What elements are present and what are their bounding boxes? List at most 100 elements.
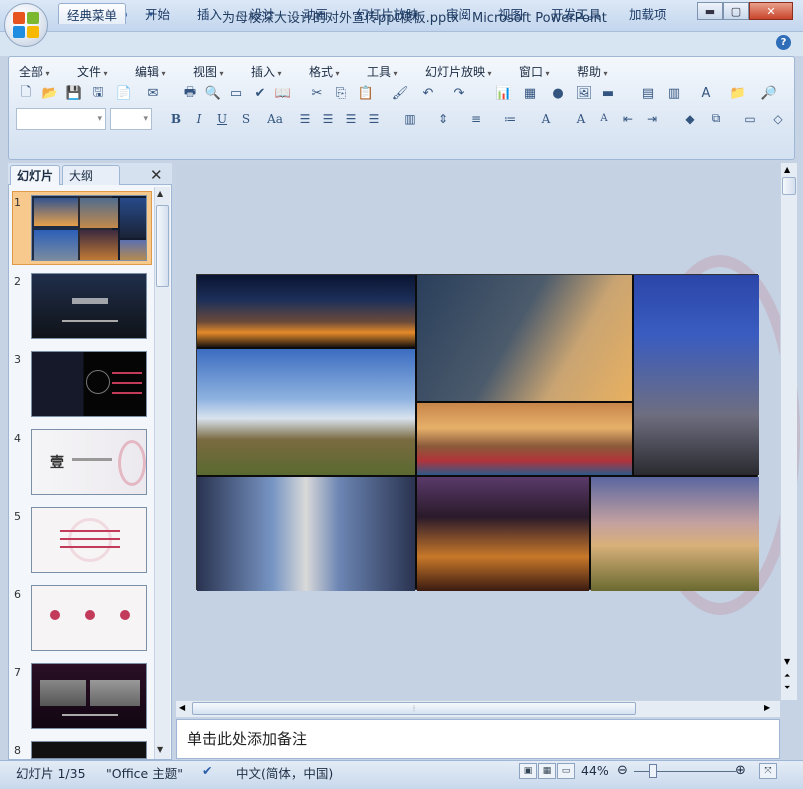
slideshow-view-icon[interactable]: ▭ [557, 763, 575, 779]
office-button[interactable] [4, 3, 48, 47]
zoom-in-icon[interactable]: ⊕ [735, 763, 746, 778]
font-name-combo[interactable]: ▾ [16, 108, 106, 130]
slide-thumbnail-8[interactable] [31, 741, 147, 759]
zoom-out-icon[interactable]: ⊖ [617, 763, 628, 778]
pane-close-icon[interactable]: ✕ [150, 166, 163, 184]
menu-help[interactable]: 帮助 [577, 63, 608, 80]
align-left-icon[interactable]: ☰ [295, 109, 315, 128]
menu-view[interactable]: 视图 [193, 63, 224, 80]
italic-icon[interactable]: I [189, 109, 209, 128]
maximize-button[interactable]: ▢ [723, 2, 749, 20]
menu-insert[interactable]: 插入 [251, 63, 282, 80]
menu-file[interactable]: 文件 [77, 63, 108, 80]
shape-fill-icon[interactable]: ◇ [768, 109, 788, 128]
find-icon[interactable]: 🔎 [759, 84, 779, 103]
save-toolbar-icon[interactable]: 💾 [64, 84, 84, 103]
tab-outline-pane[interactable]: 大纲 [62, 165, 120, 185]
slides-scroll-thumb[interactable] [156, 205, 169, 287]
hscroll-left-icon[interactable]: ◀ [179, 703, 185, 712]
slide-thumbnail-7[interactable] [31, 663, 147, 729]
menu-tools[interactable]: 工具 [367, 63, 398, 80]
arrange-icon[interactable]: ⧉ [706, 109, 726, 128]
shapes-icon[interactable]: ◆ [680, 109, 700, 128]
slide-thumbnail-3[interactable] [31, 351, 147, 417]
slide-thumbnail-6[interactable] [31, 585, 147, 651]
cut-icon[interactable]: ✂ [307, 84, 327, 103]
slide-thumbnail-4[interactable]: 壹 [31, 429, 147, 495]
print-preview-icon[interactable]: 🔍 [203, 84, 223, 103]
minimize-button[interactable]: ▬ [697, 2, 723, 20]
menu-format[interactable]: 格式 [309, 63, 340, 80]
print-icon[interactable]: 🖶 [180, 84, 200, 103]
copy-icon[interactable]: ⎘ [331, 84, 351, 103]
color-scheme-icon[interactable]: ▬ [598, 84, 618, 103]
new-slide-icon[interactable]: ▤ [638, 84, 658, 103]
redo-toolbar-icon[interactable]: ↷ [449, 84, 469, 103]
bullets-icon[interactable]: ≔ [500, 109, 520, 128]
layout-icon[interactable]: ▥ [664, 84, 684, 103]
slide-thumbnail-1[interactable] [31, 195, 147, 261]
menu-window[interactable]: 窗口 [519, 63, 550, 80]
decrease-indent-icon[interactable]: ⇤ [618, 109, 638, 128]
menu-edit[interactable]: 编辑 [135, 63, 166, 80]
text-direction-icon[interactable]: ⇕ [433, 109, 453, 128]
slide-sorter-icon[interactable]: ▦ [538, 763, 556, 779]
picture-icon[interactable]: 🖼 [574, 84, 594, 103]
font-color-icon[interactable]: A [536, 109, 556, 128]
tab-view[interactable]: 视图 [490, 3, 531, 24]
tab-insert[interactable]: 插入 [189, 3, 230, 24]
zoom-level[interactable]: 44% [581, 763, 609, 778]
tab-animations[interactable]: 动画 [295, 3, 336, 24]
menu-all[interactable]: 全部 [19, 63, 50, 80]
quick-styles-icon[interactable]: ▭ [740, 109, 760, 128]
textbox-icon[interactable]: A [696, 84, 716, 103]
tab-slideshow[interactable]: 幻灯片放映 [348, 3, 427, 24]
research-icon[interactable]: 📖 [273, 84, 293, 103]
tab-classic-menu[interactable]: 经典菜单 [58, 3, 127, 24]
previous-slide-icon[interactable]: ⏶ [784, 671, 790, 681]
menu-slideshow[interactable]: 幻灯片放映 [425, 63, 492, 80]
chart-icon[interactable]: 📊 [494, 84, 514, 103]
shrink-font-icon[interactable]: A [594, 109, 614, 128]
scroll-up-icon[interactable]: ▲ [157, 189, 168, 200]
align-center-icon[interactable]: ☰ [318, 109, 338, 128]
notes-pane[interactable]: 单击此处添加备注 [176, 719, 780, 759]
change-case-icon[interactable]: Aa [262, 109, 288, 128]
spell-check-icon[interactable]: ✔ [202, 763, 212, 778]
new-icon[interactable]: 🗋 [16, 84, 36, 103]
folder-icon[interactable]: 📁 [728, 84, 748, 103]
slideshow-icon[interactable]: ▭ [226, 84, 246, 103]
slide-vertical-scrollbar[interactable]: ▲ ▼ ⏶ ⏷ [780, 163, 797, 700]
tab-home[interactable]: 开始 [137, 3, 178, 24]
tab-design[interactable]: 设计 [242, 3, 283, 24]
paste-icon[interactable]: 📋 [356, 84, 376, 103]
slide-thumbnail-5[interactable] [31, 507, 147, 573]
fit-to-window-icon[interactable]: ⤧ [759, 763, 777, 779]
status-language[interactable]: 中文(简体，中国) [236, 763, 333, 782]
columns-icon[interactable]: ▥ [400, 109, 420, 128]
underline-icon[interactable]: U [212, 109, 232, 128]
help-icon[interactable]: ? [776, 35, 791, 50]
undo-toolbar-icon[interactable]: ↶ [418, 84, 438, 103]
table-icon[interactable]: ▦ [520, 84, 540, 103]
save-as-icon[interactable]: 🖫 [88, 84, 108, 103]
tab-slides-pane[interactable]: 幻灯片 [10, 165, 61, 185]
normal-view-icon[interactable]: ▣ [519, 763, 537, 779]
clipart-icon[interactable]: ● [548, 84, 568, 103]
hscroll-thumb[interactable]: ⦙ [192, 702, 636, 715]
shadow-icon[interactable]: S [236, 109, 256, 128]
tab-addins[interactable]: 加载项 [621, 3, 675, 24]
hscroll-right-icon[interactable]: ▶ [764, 703, 770, 712]
slides-pane-scrollbar[interactable]: ▲ ▼ [154, 187, 170, 759]
grow-font-icon[interactable]: A [571, 109, 591, 128]
scroll-down-icon[interactable]: ▼ [157, 745, 168, 756]
current-slide[interactable] [196, 274, 759, 591]
numbering-icon[interactable]: ≡ [466, 109, 486, 128]
vscroll-up-icon[interactable]: ▲ [784, 165, 790, 174]
email-icon[interactable]: ✉ [143, 84, 163, 103]
export-icon[interactable]: 📄 [114, 84, 134, 103]
align-right-icon[interactable]: ☰ [341, 109, 361, 128]
status-theme[interactable]: "Office 主题" [106, 763, 183, 782]
font-size-combo[interactable]: ▾ [110, 108, 152, 130]
tab-developer[interactable]: 开发工具 [543, 3, 609, 24]
